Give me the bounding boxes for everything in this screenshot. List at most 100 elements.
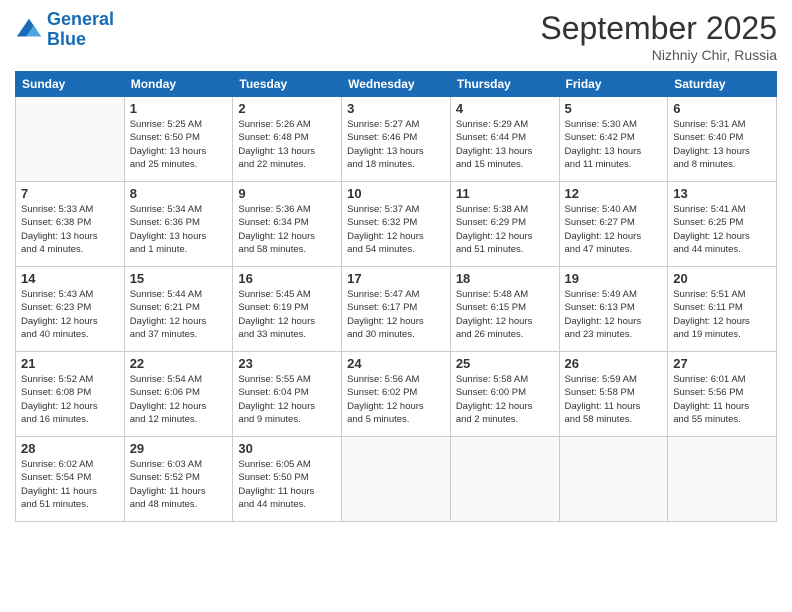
day-number: 26 (565, 356, 663, 371)
day-number: 14 (21, 271, 119, 286)
table-row (342, 437, 451, 522)
col-friday: Friday (559, 72, 668, 97)
day-info: Sunrise: 5:34 AM Sunset: 6:36 PM Dayligh… (130, 203, 228, 256)
day-number: 7 (21, 186, 119, 201)
day-number: 25 (456, 356, 554, 371)
table-row: 23 Sunrise: 5:55 AM Sunset: 6:04 PM Dayli… (233, 352, 342, 437)
day-info: Sunrise: 5:54 AM Sunset: 6:06 PM Dayligh… (130, 373, 228, 426)
day-number: 2 (238, 101, 336, 116)
day-info: Sunrise: 5:43 AM Sunset: 6:23 PM Dayligh… (21, 288, 119, 341)
table-row: 28 Sunrise: 6:02 AM Sunset: 5:54 PM Dayli… (16, 437, 125, 522)
day-number: 4 (456, 101, 554, 116)
day-info: Sunrise: 5:37 AM Sunset: 6:32 PM Dayligh… (347, 203, 445, 256)
table-row: 26 Sunrise: 5:59 AM Sunset: 5:58 PM Dayli… (559, 352, 668, 437)
table-row: 29 Sunrise: 6:03 AM Sunset: 5:52 PM Dayli… (124, 437, 233, 522)
day-number: 12 (565, 186, 663, 201)
day-info: Sunrise: 5:41 AM Sunset: 6:25 PM Dayligh… (673, 203, 771, 256)
table-row: 9Sunrise: 5:36 AM Sunset: 6:34 PM Daylig… (233, 182, 342, 267)
day-number: 6 (673, 101, 771, 116)
col-tuesday: Tuesday (233, 72, 342, 97)
day-info: Sunrise: 5:27 AM Sunset: 6:46 PM Dayligh… (347, 118, 445, 171)
day-number: 9 (238, 186, 336, 201)
day-info: Sunrise: 5:49 AM Sunset: 6:13 PM Dayligh… (565, 288, 663, 341)
table-row: 12 Sunrise: 5:40 AM Sunset: 6:27 PM Dayli… (559, 182, 668, 267)
day-number: 24 (347, 356, 445, 371)
day-info: Sunrise: 6:03 AM Sunset: 5:52 PM Dayligh… (130, 458, 228, 511)
month-title: September 2025 (540, 10, 777, 47)
day-number: 10 (347, 186, 445, 201)
day-number: 8 (130, 186, 228, 201)
day-number: 28 (21, 441, 119, 456)
col-wednesday: Wednesday (342, 72, 451, 97)
calendar-week-row: 21Sunrise: 5:52 AM Sunset: 6:08 PM Dayli… (16, 352, 777, 437)
calendar-week-row: 14 Sunrise: 5:43 AM Sunset: 6:23 PM Dayli… (16, 267, 777, 352)
day-info: Sunrise: 5:58 AM Sunset: 6:00 PM Dayligh… (456, 373, 554, 426)
day-number: 18 (456, 271, 554, 286)
day-info: Sunrise: 5:33 AM Sunset: 6:38 PM Dayligh… (21, 203, 119, 256)
day-info: Sunrise: 5:40 AM Sunset: 6:27 PM Dayligh… (565, 203, 663, 256)
table-row: 19 Sunrise: 5:49 AM Sunset: 6:13 PM Dayli… (559, 267, 668, 352)
table-row (559, 437, 668, 522)
day-number: 15 (130, 271, 228, 286)
day-info: Sunrise: 5:30 AM Sunset: 6:42 PM Dayligh… (565, 118, 663, 171)
table-row: 17 Sunrise: 5:47 AM Sunset: 6:17 PM Dayli… (342, 267, 451, 352)
header: General Blue September 2025 Nizhniy Chir… (15, 10, 777, 63)
day-number: 11 (456, 186, 554, 201)
table-row: 16 Sunrise: 5:45 AM Sunset: 6:19 PM Dayli… (233, 267, 342, 352)
logo-icon (15, 16, 43, 44)
day-number: 27 (673, 356, 771, 371)
table-row: 5 Sunrise: 5:30 AM Sunset: 6:42 PM Daylig… (559, 97, 668, 182)
day-number: 20 (673, 271, 771, 286)
day-number: 16 (238, 271, 336, 286)
table-row: 3Sunrise: 5:27 AM Sunset: 6:46 PM Daylig… (342, 97, 451, 182)
table-row: 13Sunrise: 5:41 AM Sunset: 6:25 PM Dayli… (668, 182, 777, 267)
col-monday: Monday (124, 72, 233, 97)
calendar-week-row: 1Sunrise: 5:25 AM Sunset: 6:50 PM Daylig… (16, 97, 777, 182)
logo-line2: Blue (47, 29, 86, 49)
table-row: 30 Sunrise: 6:05 AM Sunset: 5:50 PM Dayli… (233, 437, 342, 522)
logo: General Blue (15, 10, 114, 50)
day-number: 5 (565, 101, 663, 116)
day-info: Sunrise: 6:05 AM Sunset: 5:50 PM Dayligh… (238, 458, 336, 511)
table-row (668, 437, 777, 522)
day-info: Sunrise: 6:01 AM Sunset: 5:56 PM Dayligh… (673, 373, 771, 426)
col-sunday: Sunday (16, 72, 125, 97)
table-row: 18 Sunrise: 5:48 AM Sunset: 6:15 PM Dayli… (450, 267, 559, 352)
table-row (16, 97, 125, 182)
table-row: 24 Sunrise: 5:56 AM Sunset: 6:02 PM Dayli… (342, 352, 451, 437)
table-row: 11 Sunrise: 5:38 AM Sunset: 6:29 PM Dayli… (450, 182, 559, 267)
calendar-header-row: Sunday Monday Tuesday Wednesday Thursday… (16, 72, 777, 97)
day-info: Sunrise: 6:02 AM Sunset: 5:54 PM Dayligh… (21, 458, 119, 511)
table-row: 8 Sunrise: 5:34 AM Sunset: 6:36 PM Daylig… (124, 182, 233, 267)
day-info: Sunrise: 5:31 AM Sunset: 6:40 PM Dayligh… (673, 118, 771, 171)
day-number: 29 (130, 441, 228, 456)
calendar-week-row: 28 Sunrise: 6:02 AM Sunset: 5:54 PM Dayli… (16, 437, 777, 522)
table-row: 15Sunrise: 5:44 AM Sunset: 6:21 PM Dayli… (124, 267, 233, 352)
calendar-week-row: 7 Sunrise: 5:33 AM Sunset: 6:38 PM Daylig… (16, 182, 777, 267)
day-info: Sunrise: 5:59 AM Sunset: 5:58 PM Dayligh… (565, 373, 663, 426)
day-info: Sunrise: 5:26 AM Sunset: 6:48 PM Dayligh… (238, 118, 336, 171)
day-number: 30 (238, 441, 336, 456)
day-number: 17 (347, 271, 445, 286)
day-number: 23 (238, 356, 336, 371)
day-info: Sunrise: 5:51 AM Sunset: 6:11 PM Dayligh… (673, 288, 771, 341)
day-info: Sunrise: 5:38 AM Sunset: 6:29 PM Dayligh… (456, 203, 554, 256)
table-row: 22 Sunrise: 5:54 AM Sunset: 6:06 PM Dayli… (124, 352, 233, 437)
table-row: 6 Sunrise: 5:31 AM Sunset: 6:40 PM Daylig… (668, 97, 777, 182)
table-row: 4Sunrise: 5:29 AM Sunset: 6:44 PM Daylig… (450, 97, 559, 182)
day-info: Sunrise: 5:56 AM Sunset: 6:02 PM Dayligh… (347, 373, 445, 426)
day-info: Sunrise: 5:45 AM Sunset: 6:19 PM Dayligh… (238, 288, 336, 341)
day-info: Sunrise: 5:48 AM Sunset: 6:15 PM Dayligh… (456, 288, 554, 341)
table-row: 20 Sunrise: 5:51 AM Sunset: 6:11 PM Dayli… (668, 267, 777, 352)
col-thursday: Thursday (450, 72, 559, 97)
table-row (450, 437, 559, 522)
day-info: Sunrise: 5:55 AM Sunset: 6:04 PM Dayligh… (238, 373, 336, 426)
day-info: Sunrise: 5:47 AM Sunset: 6:17 PM Dayligh… (347, 288, 445, 341)
table-row: 27 Sunrise: 6:01 AM Sunset: 5:56 PM Dayli… (668, 352, 777, 437)
day-number: 21 (21, 356, 119, 371)
calendar-table: Sunday Monday Tuesday Wednesday Thursday… (15, 71, 777, 522)
location-subtitle: Nizhniy Chir, Russia (540, 47, 777, 63)
day-number: 22 (130, 356, 228, 371)
day-number: 19 (565, 271, 663, 286)
table-row: 25 Sunrise: 5:58 AM Sunset: 6:00 PM Dayli… (450, 352, 559, 437)
